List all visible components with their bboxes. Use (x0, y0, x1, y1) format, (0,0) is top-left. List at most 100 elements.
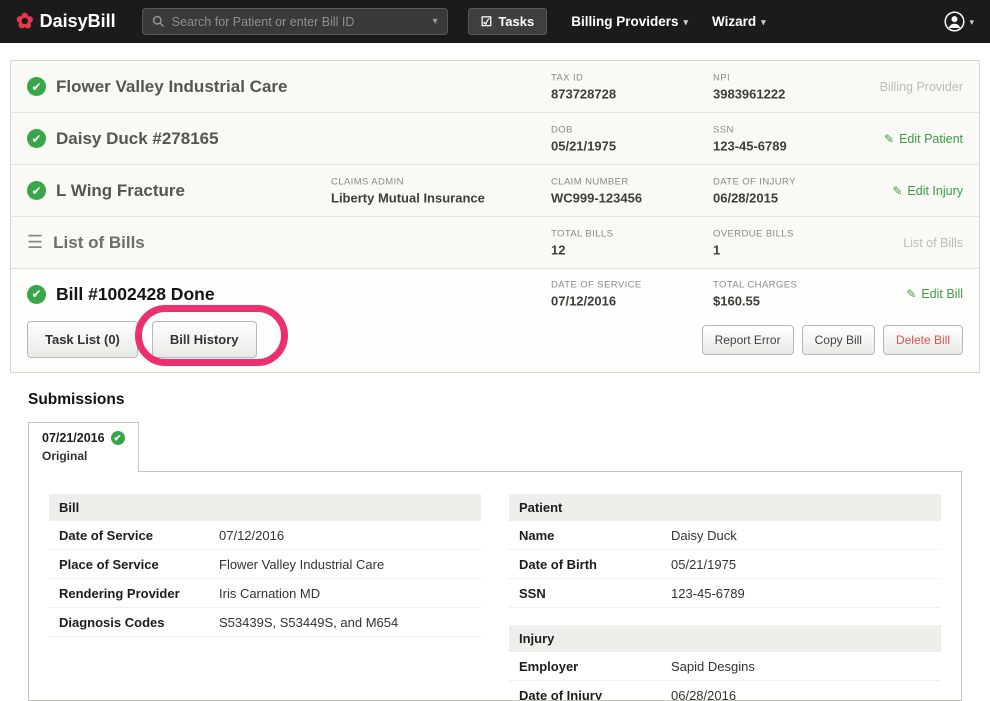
billing-provider-row: ✔ Flower Valley Industrial Care TAX ID 8… (11, 61, 979, 113)
row-label: Date of Injury (519, 688, 603, 701)
chevron-down-icon: ▾ (683, 17, 689, 27)
row-label: Date of Birth (519, 557, 597, 572)
table-row: Employer Sapid Desgins (509, 652, 941, 681)
search-input[interactable] (171, 14, 426, 29)
row-label: Diagnosis Codes (59, 615, 165, 630)
row-label: Rendering Provider (59, 586, 180, 601)
task-list-button[interactable]: Task List (0) (27, 321, 138, 358)
row-label: Name (519, 528, 555, 543)
field-value: 07/12/2016 (551, 293, 617, 309)
table-row: Date of Injury 06/28/2016 (509, 681, 941, 701)
tasks-checkbox-icon: ☑ (480, 13, 493, 29)
copy-bill-button[interactable]: Copy Bill (801, 324, 875, 355)
bill-title: Bill #1002428 Done (56, 283, 215, 304)
bill-header-row: ✔ Bill #1002428 Done DATE OF SERVICE 07/… (11, 269, 979, 319)
row-value: 06/28/2016 (671, 688, 737, 701)
field-value: 06/28/2015 (713, 190, 779, 205)
global-search[interactable]: ▾ (141, 8, 448, 35)
billing-providers-menu[interactable]: Billing Providers ▾ (571, 14, 688, 29)
submission-tab-date-line: 07/21/2016 ✔ (42, 431, 125, 445)
main-content: ✔ Flower Valley Industrial Care TAX ID 8… (0, 60, 990, 701)
edit-injury-label: Edit Injury (907, 183, 963, 198)
billing-provider-context-label: Billing Provider (879, 79, 963, 94)
search-dropdown-caret-icon[interactable]: ▾ (433, 16, 438, 27)
check-circle-icon: ✔ (110, 431, 125, 445)
patient-name: Daisy Duck #278165 (56, 128, 219, 148)
list-of-bills-title: List of Bills (53, 232, 145, 252)
claims-admin-field: CLAIMS ADMIN Liberty Mutual Insurance (331, 176, 485, 205)
submission-date: 07/21/2016 (42, 431, 105, 445)
field-label: OVERDUE BILLS (713, 228, 794, 239)
table-row: SSN 123-45-6789 (509, 579, 941, 608)
injury-row: ✔ L Wing Fracture CLAIMS ADMIN Liberty M… (11, 165, 979, 217)
patient-table-header: Patient (509, 494, 941, 521)
field-label: DOB (551, 124, 573, 135)
field-label: NPI (713, 72, 731, 83)
bill-block: ✔ Bill #1002428 Done DATE OF SERVICE 07/… (11, 269, 979, 372)
report-error-button[interactable]: Report Error (701, 324, 794, 355)
list-of-bills-context-label: List of Bills (903, 235, 963, 250)
table-row: Rendering Provider Iris Carnation MD (49, 579, 481, 608)
pencil-icon: ✎ (906, 287, 917, 301)
bill-actions-right: Report Error Copy Bill Delete Bill (701, 324, 963, 355)
edit-bill-label: Edit Bill (921, 287, 963, 301)
table-row: Name Daisy Duck (509, 521, 941, 550)
table-row: Place of Service Flower Valley Industria… (49, 550, 481, 579)
field-label: TOTAL CHARGES (713, 279, 798, 291)
field-label: CLAIMS ADMIN (331, 176, 404, 187)
delete-bill-button[interactable]: Delete Bill (882, 324, 963, 355)
row-label: Date of Service (59, 528, 153, 543)
row-label: SSN (519, 586, 546, 601)
daisy-flower-icon: ✿ (16, 10, 34, 33)
bill-history-button[interactable]: Bill History (151, 321, 257, 358)
row-value: 05/21/1975 (671, 557, 737, 572)
daisybill-logo[interactable]: ✿ DaisyBill (16, 11, 116, 32)
brand-name: DaisyBill (39, 11, 116, 31)
submission-type: Original (42, 449, 88, 463)
date-of-service-field: DATE OF SERVICE 07/12/2016 (551, 280, 642, 309)
billing-providers-label: Billing Providers (571, 14, 679, 29)
row-value: S53439S, S53449S, and M654 (219, 615, 399, 630)
check-circle-icon: ✔ (27, 284, 46, 304)
wizard-menu[interactable]: Wizard ▾ (712, 14, 766, 29)
edit-patient-link[interactable]: ✎ Edit Patient (884, 132, 963, 146)
submission-tab-original[interactable]: 07/21/2016 ✔ Original (28, 422, 139, 472)
row-value: 123-45-6789 (671, 586, 745, 601)
tasks-button[interactable]: ☑ Tasks (467, 8, 548, 35)
bill-title-group: ✔ Bill #1002428 Done (27, 269, 215, 319)
list-of-bills-row: ☰ List of Bills TOTAL BILLS 12 OVERDUE B… (11, 217, 979, 269)
date-of-injury-field: DATE OF INJURY 06/28/2015 (713, 176, 796, 205)
row-label: Place of Service (59, 557, 159, 572)
field-value: 05/21/1975 (551, 138, 617, 153)
row-label: Employer (519, 659, 579, 674)
field-value: 12 (551, 242, 566, 257)
claim-number-field: CLAIM NUMBER WC999-123456 (551, 176, 642, 205)
user-account-menu[interactable]: ▾ (944, 11, 974, 32)
tasks-label: Tasks (498, 14, 535, 29)
bill-details-table: Bill Date of Service 07/12/2016 Place of… (49, 494, 481, 700)
field-value: Liberty Mutual Insurance (331, 190, 485, 205)
check-circle-icon: ✔ (27, 181, 46, 200)
search-icon (152, 15, 165, 28)
edit-bill-link[interactable]: ✎ Edit Bill (906, 287, 963, 301)
row-value: Iris Carnation MD (219, 586, 321, 601)
tax-id-field: TAX ID 873728728 (551, 72, 616, 101)
dob-field: DOB 05/21/1975 (551, 124, 616, 153)
submission-detail-panel: Bill Date of Service 07/12/2016 Place of… (28, 471, 962, 701)
row-value: 07/12/2016 (219, 528, 285, 543)
context-stack: ✔ Flower Valley Industrial Care TAX ID 8… (10, 60, 980, 373)
submissions-section: Submissions 07/21/2016 ✔ Original Bill D… (28, 391, 962, 701)
field-value: $160.55 (713, 293, 760, 309)
total-charges-field: TOTAL CHARGES $160.55 (713, 280, 797, 309)
check-circle-icon: ✔ (27, 77, 46, 96)
npi-field: NPI 3983961222 (713, 72, 785, 101)
edit-injury-link[interactable]: ✎ Edit Injury (892, 184, 963, 198)
field-label: DATE OF SERVICE (551, 279, 642, 291)
field-value: 123-45-6789 (713, 138, 787, 153)
submissions-heading: Submissions (28, 391, 125, 408)
field-value: 1 (713, 242, 721, 257)
field-label: TAX ID (551, 72, 584, 83)
field-label: CLAIM NUMBER (551, 176, 629, 187)
injury-name: L Wing Fracture (56, 180, 185, 200)
